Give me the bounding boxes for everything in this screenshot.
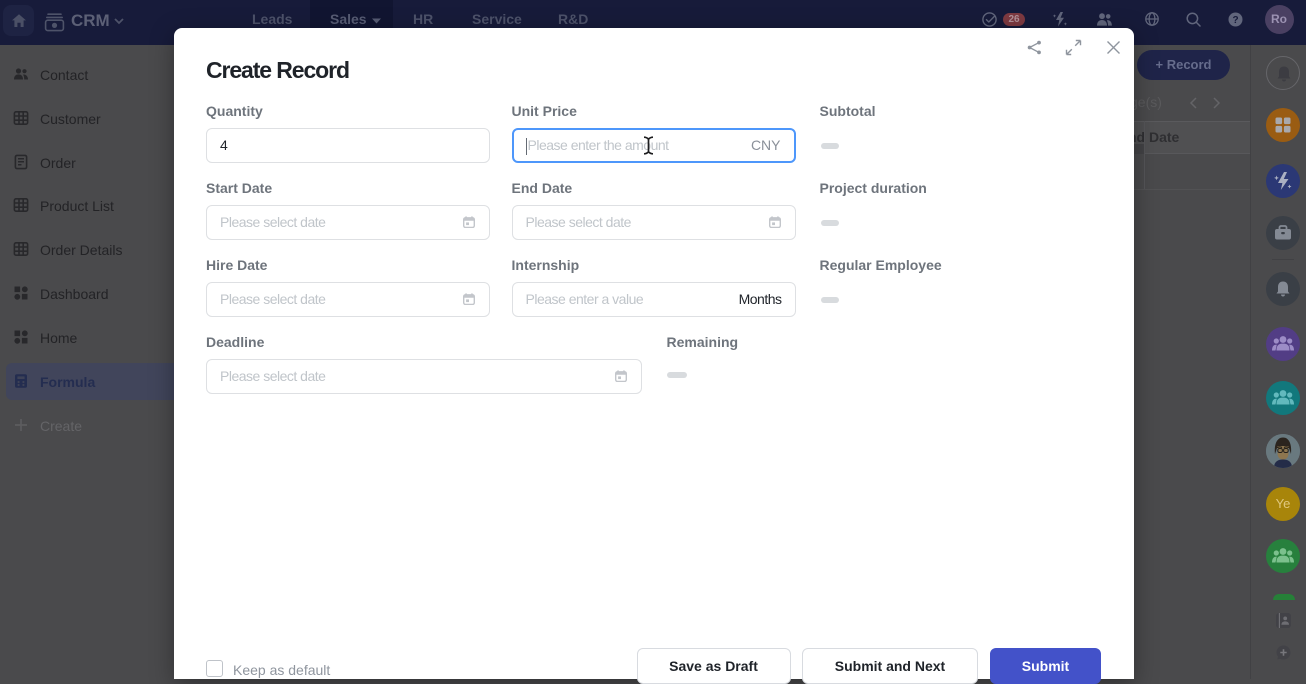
svg-text:?: ? (1232, 15, 1238, 26)
